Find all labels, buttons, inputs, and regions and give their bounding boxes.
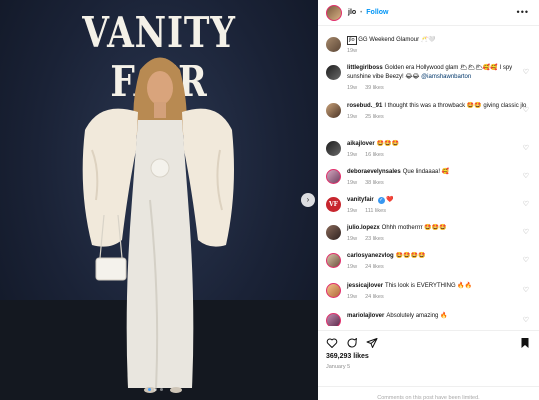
author-avatar[interactable]: [326, 4, 342, 21]
follow-button[interactable]: Follow: [366, 9, 388, 16]
carousel-dot: [148, 388, 151, 391]
comment-username[interactable]: deboraevelynsales: [347, 169, 401, 175]
comment-text: Absolutely amazing 🔥: [386, 313, 448, 319]
comment-item: rosebud._91 I thought this was a throwbac…: [326, 102, 531, 122]
comment-text: This look is EVERYTHING 🔥🔥: [385, 283, 473, 289]
comment-icon[interactable]: [346, 337, 358, 349]
commenter-avatar[interactable]: [326, 253, 341, 268]
heart-icon[interactable]: ♡: [523, 228, 529, 236]
heart-icon[interactable]: ♡: [523, 256, 529, 264]
comment-time: 19w: [347, 208, 358, 214]
carousel-dot: [154, 388, 157, 391]
heart-icon[interactable]: ♡: [523, 172, 529, 180]
comment-text: I thought this was a throwback 🤩🤩 giving…: [384, 103, 519, 109]
post-date: January 5: [326, 364, 351, 370]
carousel-dot: [160, 388, 163, 391]
comment-item: deboraevelynsales Que lindaaaa! 🥰 19w 38 l…: [326, 168, 531, 188]
heart-icon[interactable]: ♡: [523, 68, 529, 76]
caption-text: GG Weekend Glamour 🥂🤍: [358, 37, 436, 43]
comment-mention[interactable]: @iamshawnbarton: [421, 74, 471, 80]
comment-time: 19w: [347, 294, 358, 300]
post-actions: 369,293 likes January 5 Comments on this…: [318, 330, 539, 400]
likes-count[interactable]: 369,293 likes: [326, 353, 369, 360]
post-header: jlo • Follow •••: [318, 0, 539, 26]
comment-likes[interactable]: 23 likes: [365, 236, 384, 242]
post-caption: jlo GG Weekend Glamour 🥂🤍 19w: [326, 36, 531, 56]
comment-item: carlosyanezvlog 🤩🤩🤩🤩 19w 24 likes ♡: [326, 252, 531, 272]
comment-text: ❤️: [386, 197, 394, 203]
heart-icon[interactable]: ♡: [523, 286, 529, 294]
comments-list[interactable]: jlo GG Weekend Glamour 🥂🤍 19w littlegirl…: [318, 30, 539, 326]
comment-time: 19w: [347, 114, 358, 120]
commenter-avatar-vanityfair[interactable]: VF: [326, 197, 341, 212]
comment-time: 19w: [347, 152, 358, 158]
bookmark-icon[interactable]: [519, 337, 531, 349]
author-avatar-small[interactable]: [326, 37, 341, 52]
comments-limited-notice: Comments on this post have been limited.: [318, 386, 539, 400]
verified-icon: ✓: [377, 197, 385, 204]
comment-username[interactable]: rosebud._91: [347, 103, 382, 109]
action-icons: [326, 337, 378, 349]
comment-time: 19w: [347, 180, 358, 186]
comment-item: jessicajlover This look is EVERYTHING 🔥🔥 …: [326, 282, 531, 302]
comment-likes[interactable]: 111 likes: [365, 208, 386, 214]
comment-likes[interactable]: 24 likes: [365, 264, 384, 270]
carousel-dots: [148, 388, 163, 391]
comment-item: julio.lopezx Ohhh motherrrr 🤩🤩🤩 19w 23 lik…: [326, 224, 531, 244]
caption-time: 19w: [347, 48, 358, 54]
comment-username[interactable]: aikajlover: [347, 141, 375, 147]
comment-item: mariolajlover Absolutely amazing 🔥 ♡: [326, 312, 531, 326]
heart-icon[interactable]: ♡: [523, 200, 529, 208]
comment-item: VF vanityfair ✓ ❤️ 19w 111 likes ♡: [326, 196, 531, 216]
author-handle[interactable]: jlo: [348, 9, 356, 16]
comment-likes[interactable]: 39 likes: [365, 85, 384, 91]
comment-time: 19w: [347, 85, 358, 91]
commenter-avatar[interactable]: [326, 169, 341, 184]
comment-text: 🤩🤩🤩🤩: [395, 253, 426, 259]
comment-likes[interactable]: 38 likes: [365, 180, 384, 186]
comment-username[interactable]: littlegirlboss: [347, 65, 383, 71]
header-separator: •: [360, 9, 363, 16]
comment-likes[interactable]: 16 likes: [365, 152, 384, 158]
commenter-avatar[interactable]: [326, 141, 341, 156]
commenter-avatar[interactable]: [326, 225, 341, 240]
comment-username[interactable]: jessicajlover: [347, 283, 383, 289]
heart-icon[interactable]: [326, 337, 338, 349]
comment-item: littlegirlboss Golden era Hollywood glam …: [326, 64, 531, 93]
post-side-panel: jlo • Follow ••• jlo GG Weekend Glamour …: [318, 0, 539, 400]
comment-time: 19w: [347, 264, 358, 270]
caption-tag[interactable]: jlo: [347, 36, 357, 45]
comment-item: aikajlover 🤩🤩🤩 19w 16 likes ♡: [326, 140, 531, 160]
woman-figure: [82, 57, 234, 393]
comment-username[interactable]: mariolajlover: [347, 313, 384, 319]
comment-username[interactable]: vanityfair: [347, 197, 374, 203]
heart-icon[interactable]: ♡: [523, 106, 529, 114]
comment-text: 🤩🤩🤩: [376, 141, 400, 147]
commenter-avatar[interactable]: [326, 313, 341, 326]
next-image-button[interactable]: ›: [301, 193, 315, 207]
comment-text: Que lindaaaa! 🥰: [402, 169, 450, 175]
comment-username[interactable]: julio.lopezx: [347, 225, 380, 231]
comment-likes[interactable]: 25 likes: [365, 114, 384, 120]
more-icon[interactable]: •••: [517, 7, 529, 17]
comment-text: Ohhh motherrrr 🤩🤩🤩: [381, 225, 447, 231]
share-icon[interactable]: [366, 337, 378, 349]
comment-time: 19w: [347, 236, 358, 242]
commenter-avatar[interactable]: [326, 65, 341, 80]
commenter-avatar[interactable]: [326, 283, 341, 298]
comment-username[interactable]: carlosyanezvlog: [347, 253, 394, 259]
comment-likes[interactable]: 24 likes: [365, 294, 384, 300]
commenter-avatar[interactable]: [326, 103, 341, 118]
heart-icon[interactable]: ♡: [523, 144, 529, 152]
post-photo: VANITY FAIR ›: [0, 0, 318, 400]
heart-icon[interactable]: ♡: [523, 316, 529, 324]
